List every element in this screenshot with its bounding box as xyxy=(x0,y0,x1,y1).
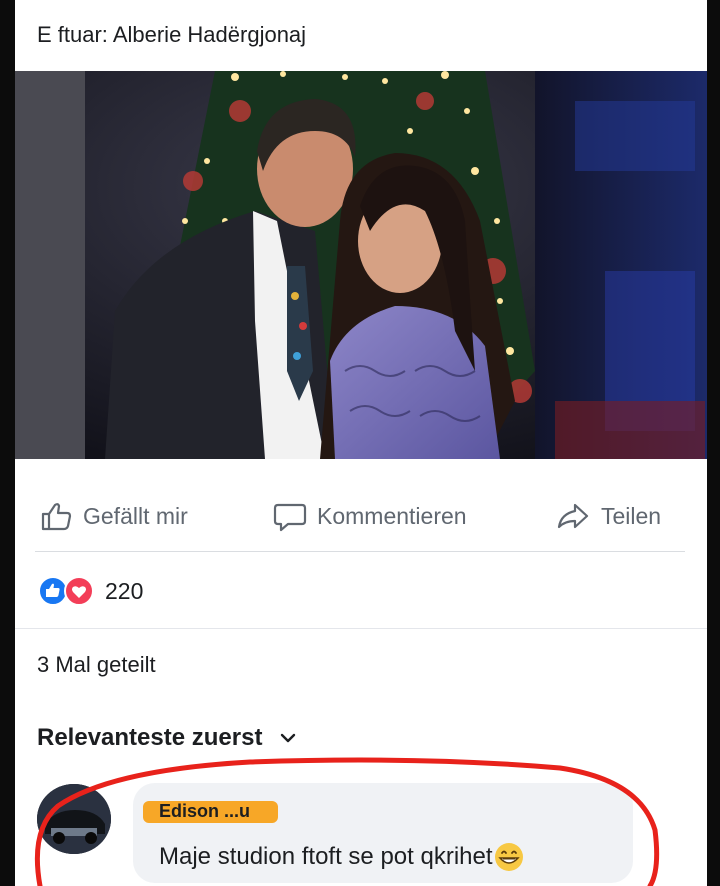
reactions-summary[interactable]: 220 xyxy=(37,575,143,607)
share-arrow-icon xyxy=(557,503,589,529)
comment-text: Maje studion ftoft se pot qkrihet xyxy=(159,843,493,870)
reaction-icons xyxy=(38,576,94,606)
post-card: E ftuar: Alberie Hadërgjonaj Gefällt mir… xyxy=(15,0,707,886)
chevron-down-icon xyxy=(281,733,296,743)
comment-button[interactable]: Kommentieren xyxy=(273,499,467,533)
comment-bubble: Edison ...u Maje studion ftoft se pot qk… xyxy=(133,783,633,883)
divider xyxy=(35,551,685,552)
comment-author[interactable]: Edison ...u xyxy=(159,801,250,822)
thumbs-up-icon xyxy=(41,503,72,531)
like-label: Gefällt mir xyxy=(83,502,188,529)
like-button[interactable]: Gefällt mir xyxy=(39,499,188,533)
divider xyxy=(15,628,707,629)
comment-label: Kommentieren xyxy=(317,502,467,529)
comment-sort-selector[interactable]: Relevanteste zuerst xyxy=(37,724,296,752)
post-header: E ftuar: Alberie Hadërgjonaj xyxy=(37,22,307,47)
comment-text-row: Maje studion ftoft se pot qkrihet xyxy=(159,841,525,873)
post-photo[interactable] xyxy=(15,71,707,459)
post-actions-bar: Gefällt mir Kommentieren Teilen xyxy=(15,487,707,547)
comment-bubble-icon xyxy=(273,503,307,532)
reaction-count: 220 xyxy=(105,577,144,604)
share-label: Teilen xyxy=(601,502,662,529)
sort-label: Relevanteste zuerst xyxy=(37,724,263,751)
share-button[interactable]: Teilen xyxy=(555,499,661,533)
grinning-emoji-icon xyxy=(494,843,523,871)
avatar[interactable] xyxy=(37,784,111,854)
shares-count[interactable]: 3 Mal geteilt xyxy=(37,652,156,678)
